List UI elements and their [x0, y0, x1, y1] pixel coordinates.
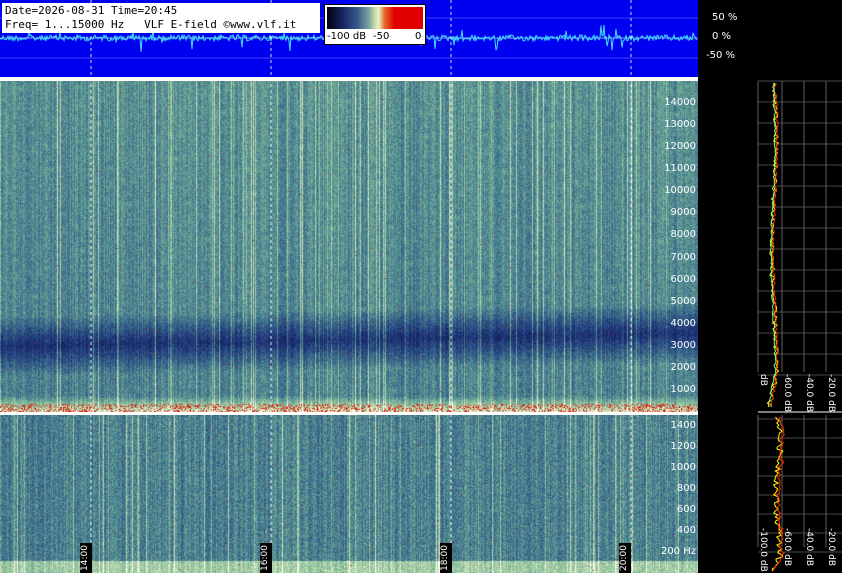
- spectrum-side-svg: [757, 80, 842, 572]
- time-label-1400: 14:00: [80, 543, 92, 573]
- time-label-1800: 18:00: [440, 543, 452, 573]
- freq-tick-label: 3000: [670, 339, 696, 351]
- freq-tick-label-low: 200 Hz: [660, 545, 696, 557]
- freq-tick-label: 10000: [664, 185, 696, 197]
- db-tick-label: dB: [758, 374, 768, 386]
- time-label-2000: 20:00: [619, 543, 631, 573]
- freq-tick-label: 9000: [670, 207, 696, 219]
- freq-tick-label: 14000: [664, 97, 696, 109]
- freq-tick-label: 12000: [664, 141, 696, 153]
- freq-tick-label-low: 800: [676, 482, 696, 494]
- db-tick-label-low: -20.0 dB: [826, 528, 836, 567]
- amplitude-label-minus50: -50 %: [706, 50, 736, 61]
- time-label-1600: 16:00: [260, 543, 272, 573]
- freq-tick-label-low: 1400: [670, 419, 696, 431]
- freq-tick-label-low: 600: [676, 503, 696, 515]
- db-tick-label: -20.0 dB: [826, 374, 836, 413]
- freq-tick-label: 8000: [670, 229, 696, 241]
- db-tick-label: -40.0 dB: [804, 374, 814, 413]
- db-tick-label-low: -60.0 dB: [782, 528, 792, 567]
- freq-tick-label-low: 1200: [670, 440, 696, 452]
- freq-tick-label: 7000: [670, 251, 696, 263]
- freq-tick-label-low: 1000: [670, 461, 696, 473]
- amplitude-label-50: 50 %: [712, 12, 738, 23]
- freq-tick-label-low: 400: [676, 524, 696, 536]
- freq-tick-label: 5000: [670, 295, 696, 307]
- freq-tick-label: 2000: [670, 361, 696, 373]
- time-grid-overlay: [90, 0, 632, 573]
- freq-tick-label: 6000: [670, 273, 696, 285]
- freq-tick-label: 13000: [664, 119, 696, 131]
- freq-tick-label: 1000: [670, 383, 696, 395]
- db-tick-label-low: -40.0 dB: [804, 528, 814, 567]
- db-tick-label-low: -100.0 dB: [758, 528, 768, 572]
- freq-tick-label: 11000: [664, 163, 696, 175]
- freq-tick-label: 4000: [670, 317, 696, 329]
- db-tick-label: -60.0 dB: [782, 374, 792, 413]
- amplitude-label-0: 0 %: [712, 31, 732, 42]
